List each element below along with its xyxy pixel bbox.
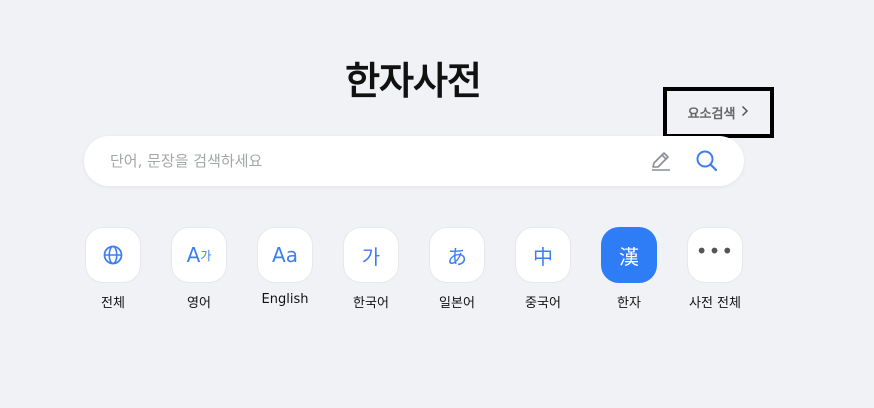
dots-glyph: ••• [695,239,735,263]
category-label: 사전 전체 [689,296,741,311]
category-label: 한자 [617,296,641,311]
handwriting-pen-icon[interactable] [648,148,674,174]
category-label: 일본어 [439,296,475,311]
korean-icon: 가 [343,227,399,283]
category-chinese[interactable]: 中 중국어 [515,227,571,311]
category-all[interactable]: 전체 [85,227,141,311]
category-label: 전체 [101,296,125,311]
search-icon[interactable] [694,148,720,174]
search-bar [84,136,744,186]
icon-sub-glyph: 가 [200,248,212,263]
chevron-right-icon [741,105,749,121]
english-korean-icon: A가 [171,227,227,283]
dictionary-home: 한자사전 요소검색 단어, 문장을 검색하세요 전체 A 가 영어 Aa Eng… [0,0,874,408]
element-search-button[interactable]: 요소검색 [663,87,774,138]
category-english-korean[interactable]: A가 영어 [171,227,227,311]
element-search-label: 요소검색 [687,107,736,122]
english-icon: Aa [257,227,313,283]
category-japanese[interactable]: あ 일본어 [429,227,485,311]
category-korean[interactable]: 가 한국어 [343,227,399,311]
category-english[interactable]: Aa English [257,227,313,311]
category-label: 한국어 [353,296,389,311]
category-label: 영어 [187,296,211,311]
icon-main-glyph: A [186,243,201,267]
dictionary-category-list: 전체 A가 영어 Aa English 가 한국어 あ 일본어 中 중국어 漢 … [85,227,773,311]
category-label: English [261,292,309,307]
category-label: 중국어 [525,296,561,311]
japanese-icon: あ [429,227,485,283]
category-all-dictionaries[interactable]: ••• 사전 전체 [687,227,743,311]
category-hanja[interactable]: 漢 한자 [601,227,657,311]
globe-icon [85,227,141,283]
more-dots-icon: ••• [687,227,743,283]
hanja-icon: 漢 [601,227,657,283]
chinese-icon: 中 [515,227,571,283]
search-input[interactable] [108,151,632,171]
